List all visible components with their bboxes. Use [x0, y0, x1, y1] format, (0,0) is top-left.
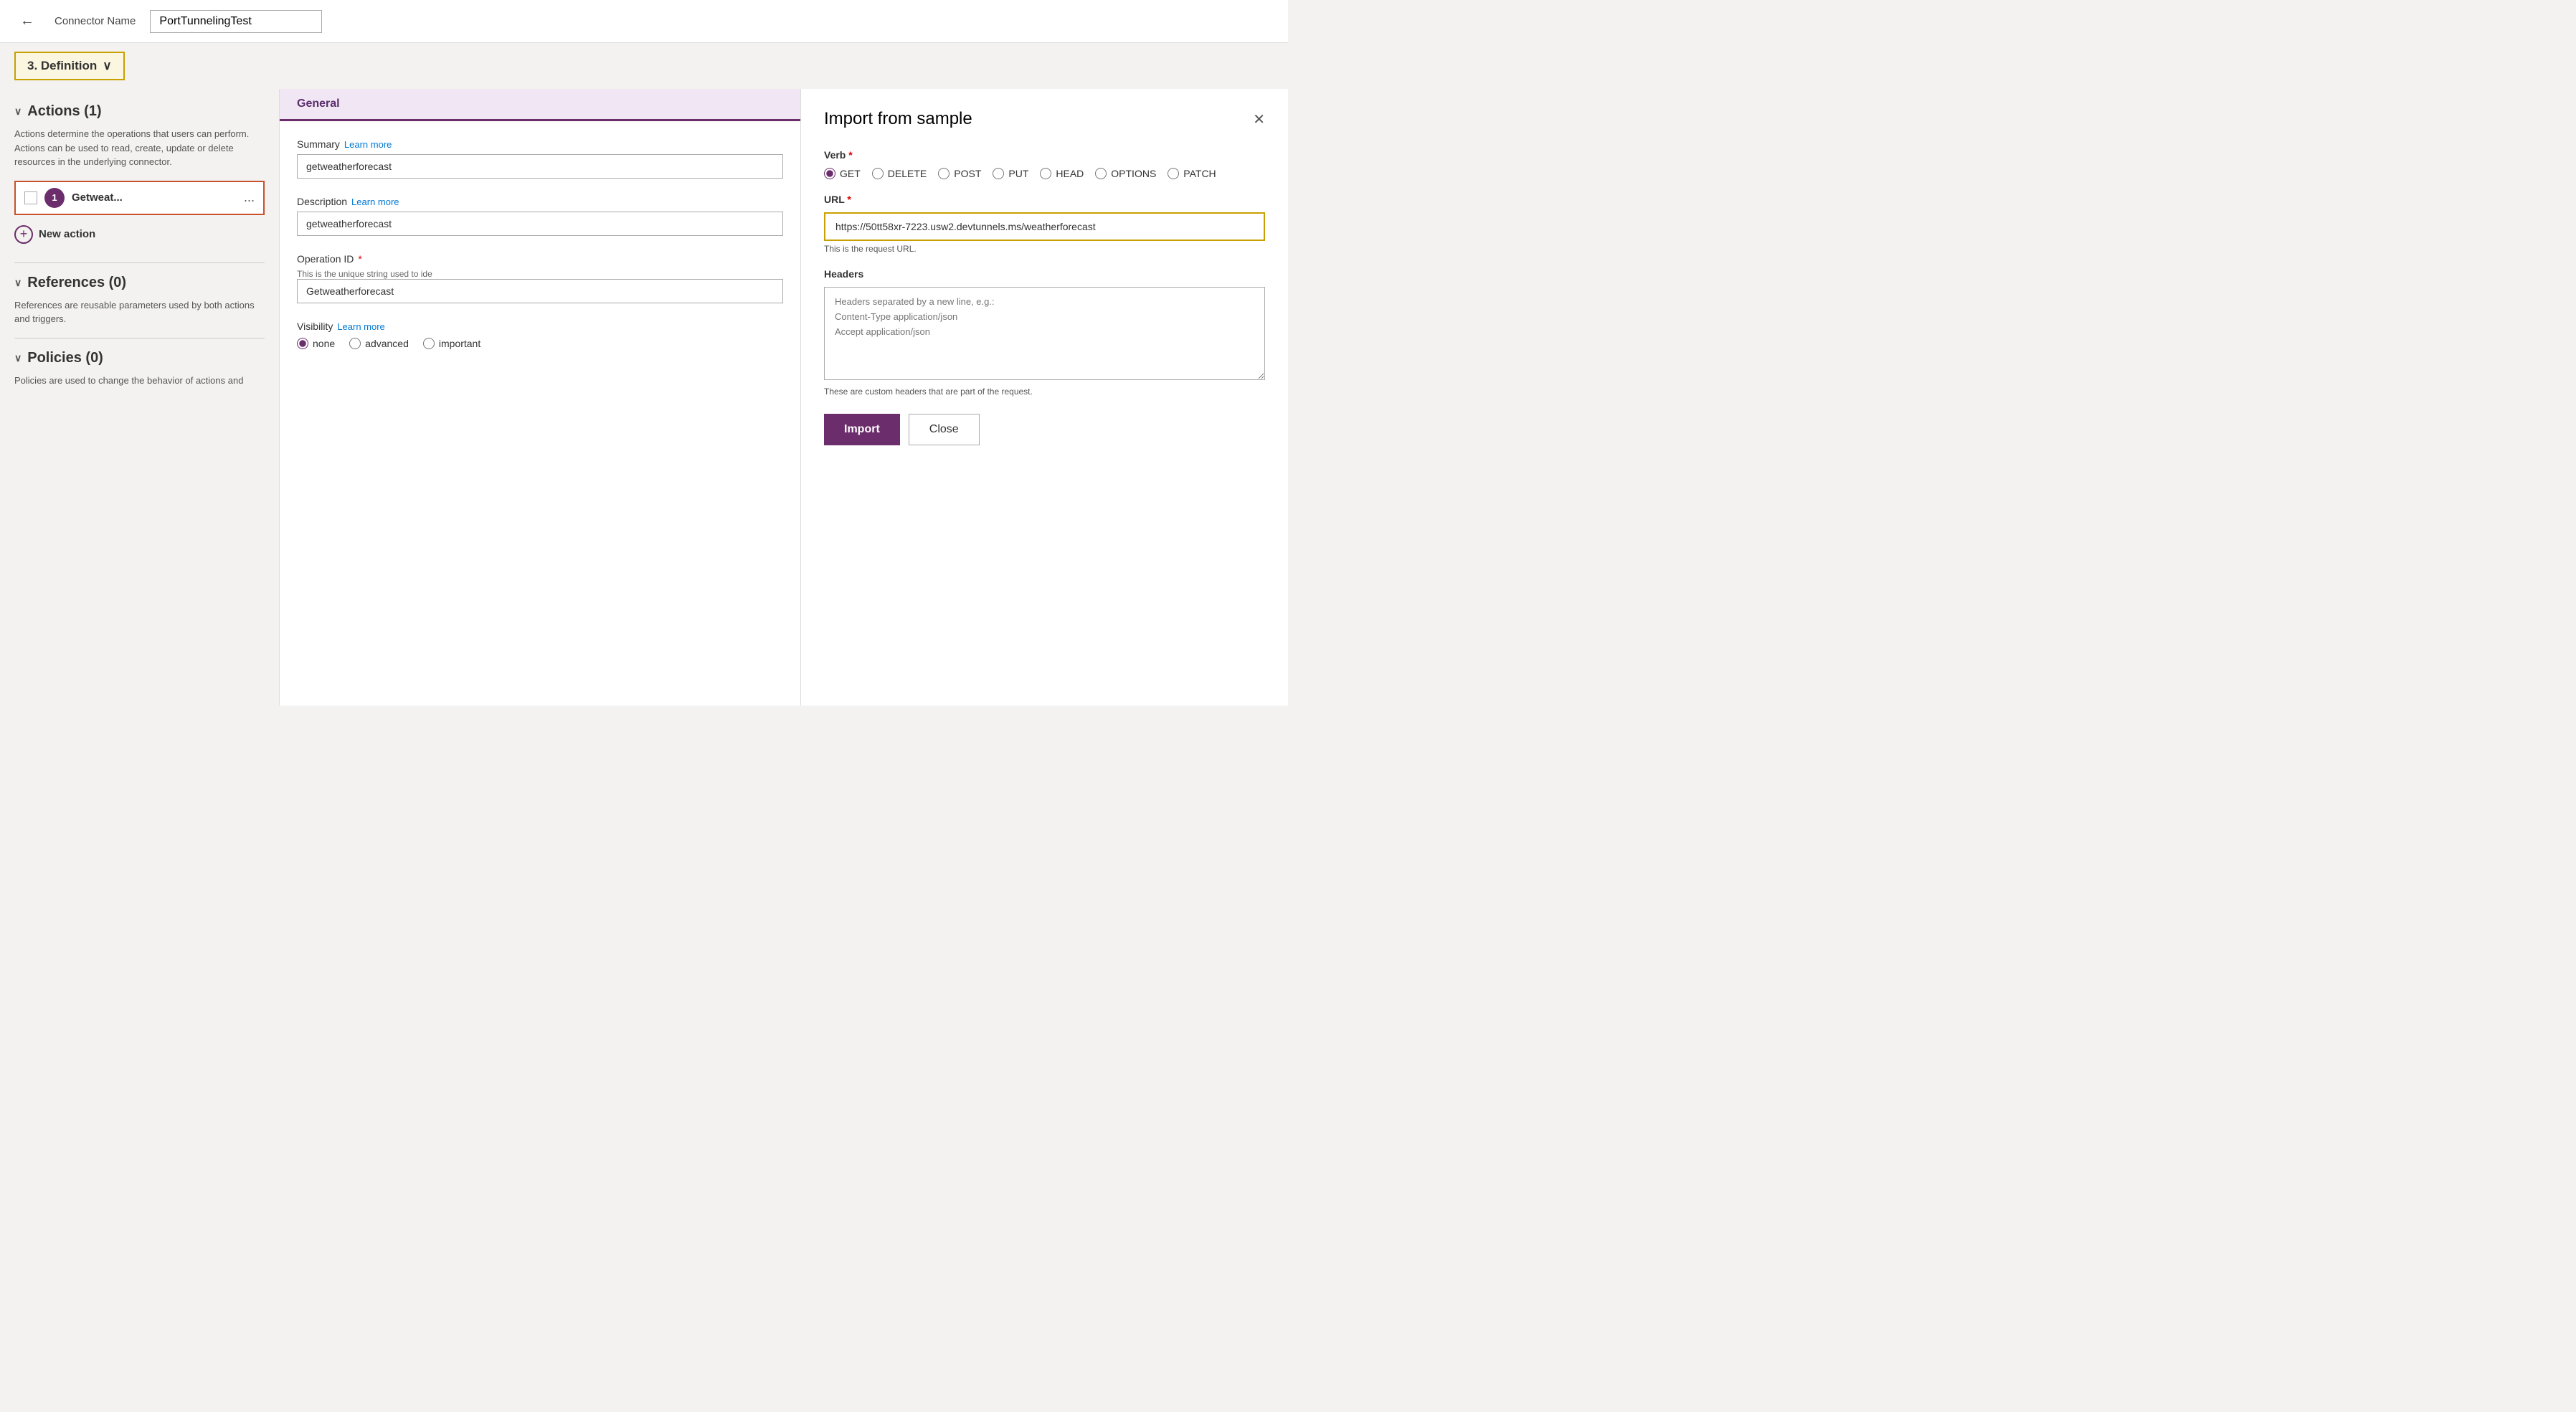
headers-textarea[interactable]	[824, 287, 1265, 380]
chevron-down-icon: ∨	[103, 59, 111, 73]
visibility-options: none advanced important	[297, 338, 783, 349]
description-learn-more[interactable]: Learn more	[351, 196, 399, 207]
description-group: Description Learn more	[297, 196, 783, 236]
top-bar: ← Connector Name	[0, 0, 1288, 43]
collapse-icon[interactable]: ∨	[14, 105, 22, 118]
summary-group: Summary Learn more	[297, 138, 783, 179]
action-more-button[interactable]: ...	[244, 190, 255, 205]
connector-name-input[interactable]	[150, 10, 322, 33]
verb-get[interactable]: GET	[824, 168, 861, 179]
policies-title: Policies (0)	[27, 350, 103, 366]
right-panel: Import from sample ✕ Verb * GET DELETE P…	[800, 89, 1288, 706]
general-tab[interactable]: General	[280, 89, 800, 121]
actions-title: Actions (1)	[27, 103, 101, 120]
verb-put[interactable]: PUT	[993, 168, 1028, 179]
url-input[interactable]	[824, 212, 1265, 241]
left-panel: ∨ Actions (1) Actions determine the oper…	[0, 89, 280, 706]
main-content: ∨ Actions (1) Actions determine the oper…	[0, 89, 1288, 706]
divider-1	[14, 262, 265, 263]
panel-header: Import from sample ✕	[824, 109, 1265, 129]
visibility-learn-more[interactable]: Learn more	[337, 321, 384, 332]
action-buttons: Import Close	[824, 414, 1265, 445]
new-action-button[interactable]: + New action	[14, 221, 95, 248]
description-input[interactable]	[297, 212, 783, 236]
import-button[interactable]: Import	[824, 414, 900, 445]
visibility-group: Visibility Learn more none advanced impo…	[297, 321, 783, 349]
definition-bar: 3. Definition ∨	[0, 43, 1288, 89]
references-title: References (0)	[27, 275, 126, 291]
middle-panel: General Summary Learn more Description L…	[280, 89, 800, 706]
operation-id-input[interactable]	[297, 279, 783, 303]
visibility-none[interactable]: none	[297, 338, 335, 349]
new-action-label: New action	[39, 228, 95, 240]
operation-id-note: This is the unique string used to ide	[297, 269, 783, 279]
summary-input[interactable]	[297, 154, 783, 179]
definition-tab-label: 3. Definition	[27, 59, 97, 73]
verb-label: Verb *	[824, 149, 1265, 161]
url-required-star: *	[847, 194, 851, 205]
headers-section: Headers These are custom headers that ar…	[824, 268, 1265, 397]
back-button[interactable]: ←	[14, 10, 40, 32]
description-label: Description Learn more	[297, 196, 783, 207]
policies-collapse-icon[interactable]: ∨	[14, 352, 22, 364]
operation-id-required: *	[358, 253, 361, 265]
verb-post[interactable]: POST	[938, 168, 981, 179]
form-section: Summary Learn more Description Learn mor…	[280, 121, 800, 384]
definition-tab[interactable]: 3. Definition ∨	[14, 52, 125, 80]
headers-note: These are custom headers that are part o…	[824, 387, 1265, 397]
actions-description: Actions determine the operations that us…	[14, 127, 265, 169]
new-action-plus-icon: +	[14, 225, 33, 244]
connector-name-label: Connector Name	[55, 15, 136, 27]
visibility-important[interactable]: important	[423, 338, 480, 349]
close-dialog-button[interactable]: Close	[909, 414, 980, 445]
action-checkbox[interactable]	[24, 191, 37, 204]
action-number: 1	[44, 188, 65, 208]
action-name: Getweat...	[72, 191, 237, 204]
verb-delete[interactable]: DELETE	[872, 168, 927, 179]
operation-id-group: Operation ID * This is the unique string…	[297, 253, 783, 303]
url-label: URL *	[824, 194, 1265, 205]
verb-options: GET DELETE POST PUT HEAD OPTIONS	[824, 168, 1265, 179]
url-note: This is the request URL.	[824, 244, 1265, 254]
summary-label: Summary Learn more	[297, 138, 783, 150]
verb-patch[interactable]: PATCH	[1168, 168, 1216, 179]
summary-learn-more[interactable]: Learn more	[344, 139, 392, 150]
headers-label: Headers	[824, 268, 1265, 280]
operation-id-label: Operation ID *	[297, 253, 783, 265]
action-item[interactable]: 1 Getweat... ...	[14, 181, 265, 215]
references-description: References are reusable parameters used …	[14, 298, 265, 326]
references-section-header: ∨ References (0)	[14, 275, 265, 291]
url-section: URL * This is the request URL.	[824, 194, 1265, 254]
visibility-advanced[interactable]: advanced	[349, 338, 409, 349]
verb-options[interactable]: OPTIONS	[1095, 168, 1156, 179]
references-collapse-icon[interactable]: ∨	[14, 277, 22, 289]
visibility-label: Visibility Learn more	[297, 321, 783, 332]
policies-section-header: ∨ Policies (0)	[14, 350, 265, 366]
policies-description: Policies are used to change the behavior…	[14, 374, 265, 388]
verb-section: Verb * GET DELETE POST PUT HEAD	[824, 149, 1265, 179]
verb-head[interactable]: HEAD	[1040, 168, 1084, 179]
panel-close-button[interactable]: ✕	[1253, 110, 1265, 128]
verb-required-star: *	[848, 149, 852, 161]
actions-section-header: ∨ Actions (1)	[14, 103, 265, 120]
panel-title: Import from sample	[824, 109, 972, 129]
